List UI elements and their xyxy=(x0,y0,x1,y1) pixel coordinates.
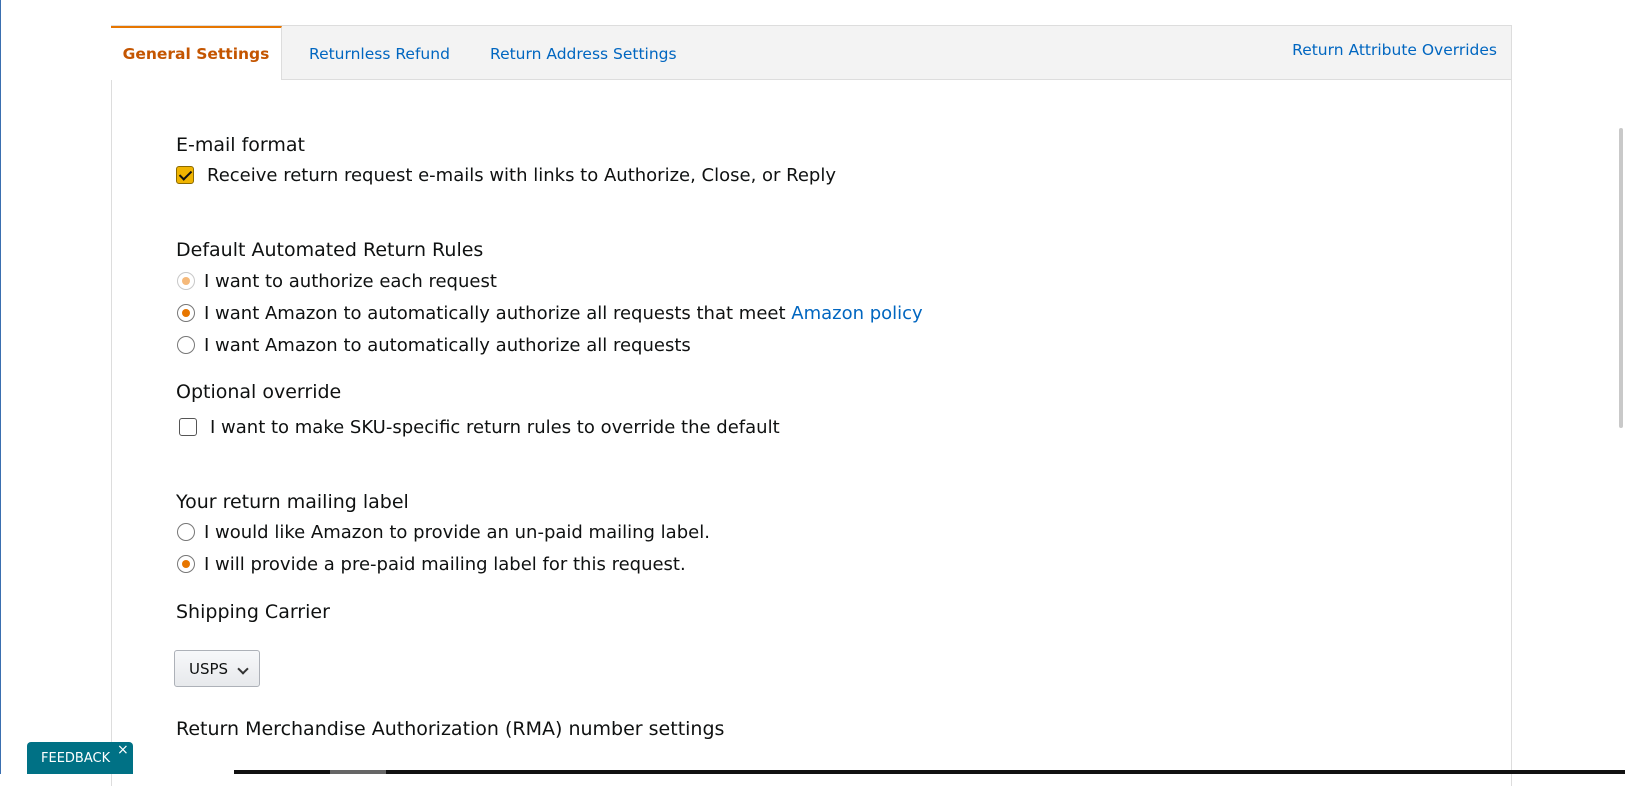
bottom-taskbar-edge xyxy=(234,770,1625,774)
shipping-carrier-value: USPS xyxy=(189,660,229,678)
authorize-policy-requests-label: I want Amazon to automatically authorize… xyxy=(204,303,923,324)
unpaid-label-text: I would like Amazon to provide an un-pai… xyxy=(204,522,710,543)
shipping-carrier-heading: Shipping Carrier xyxy=(176,601,330,623)
tab-returnless-refund[interactable]: Returnless Refund xyxy=(309,26,450,79)
automated-rules-heading: Default Automated Return Rules xyxy=(176,239,484,261)
window-left-edge xyxy=(0,0,1,774)
unpaid-label-radio[interactable] xyxy=(177,523,195,541)
feedback-close-icon[interactable]: × xyxy=(117,742,129,758)
prepaid-label-text: I will provide a pre-paid mailing label … xyxy=(204,554,686,575)
rma-heading: Return Merchandise Authorization (RMA) n… xyxy=(176,718,725,740)
amazon-policy-link[interactable]: Amazon policy xyxy=(791,303,922,324)
sku-override-label: I want to make SKU-specific return rules… xyxy=(210,417,780,438)
optional-override-heading: Optional override xyxy=(176,381,342,403)
authorize-each-request-radio[interactable] xyxy=(177,272,195,290)
email-links-checkbox[interactable] xyxy=(176,166,194,184)
mailing-label-heading: Your return mailing label xyxy=(176,491,409,513)
tab-general-settings[interactable]: General Settings xyxy=(111,26,282,80)
tab-return-address-settings[interactable]: Return Address Settings xyxy=(490,26,677,79)
authorize-all-requests-radio[interactable] xyxy=(177,336,195,354)
authorize-policy-requests-text: I want Amazon to automatically authorize… xyxy=(204,303,792,324)
chevron-down-icon xyxy=(237,663,249,675)
settings-panel: General Settings Returnless Refund Retur… xyxy=(111,25,1512,786)
tab-return-attribute-overrides[interactable]: Return Attribute Overrides xyxy=(1292,26,1497,79)
vertical-scrollbar-thumb[interactable] xyxy=(1619,128,1623,428)
shipping-carrier-select[interactable]: USPS xyxy=(174,650,260,687)
tab-bar: General Settings Returnless Refund Retur… xyxy=(111,26,1511,80)
authorize-each-request-label: I want to authorize each request xyxy=(204,271,497,292)
prepaid-label-radio[interactable] xyxy=(177,555,195,573)
bottom-taskbar-notch xyxy=(330,770,386,774)
authorize-all-requests-label: I want Amazon to automatically authorize… xyxy=(204,335,691,356)
authorize-policy-requests-radio[interactable] xyxy=(177,304,195,322)
email-links-label: Receive return request e-mails with link… xyxy=(207,165,836,186)
email-format-heading: E-mail format xyxy=(176,134,306,156)
sku-override-checkbox[interactable] xyxy=(179,418,197,436)
